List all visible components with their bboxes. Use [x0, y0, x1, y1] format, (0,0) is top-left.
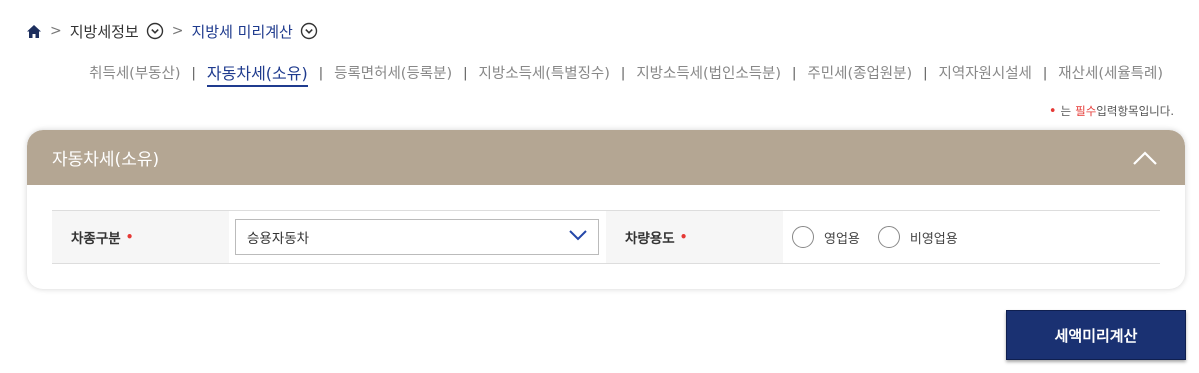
- tab-registration-license-tax[interactable]: 등록면허세(등록분): [334, 62, 452, 86]
- radio-circle-icon[interactable]: [877, 226, 900, 248]
- breadcrumb-label: 지방세 미리계산: [191, 22, 293, 41]
- chevron-right-icon: >: [50, 23, 62, 39]
- radio-label: 비영업용: [909, 231, 958, 247]
- vehicle-use-label-cell: 차량용도 •: [606, 211, 783, 263]
- panel-title: 자동차세(소유): [52, 150, 160, 170]
- tab-divider: |: [463, 66, 468, 81]
- tab-divider: |: [318, 66, 324, 81]
- chevron-up-icon[interactable]: [1131, 146, 1159, 170]
- tab-divider: |: [1042, 66, 1048, 81]
- tab-local-income-tax-corporate[interactable]: 지방소득세(법인소득분): [636, 62, 781, 86]
- chevron-right-icon: >: [171, 23, 184, 39]
- radio-commercial[interactable]: 영업용: [792, 226, 860, 248]
- required-mark: •: [679, 230, 688, 244]
- calculate-tax-button[interactable]: 세액미리계산: [1006, 310, 1186, 360]
- breadcrumb-label: 지방세정보: [69, 22, 139, 41]
- radio-circle-icon[interactable]: [792, 226, 814, 248]
- tab-property-tax-special[interactable]: 재산세(세율특례): [1058, 62, 1163, 86]
- vehicle-type-field-cell: 승용자동차: [229, 211, 606, 263]
- tab-divider: |: [191, 66, 196, 81]
- vehicle-type-label-cell: 차종구분 •: [52, 211, 229, 263]
- panel-header: 자동차세(소유): [27, 130, 1185, 185]
- breadcrumb-item-local-tax-info[interactable]: 지방세정보: [70, 21, 164, 42]
- chevron-down-icon: [568, 229, 588, 245]
- chevron-down-circle-icon[interactable]: [146, 22, 164, 40]
- radio-non-commercial[interactable]: 비영업용: [877, 226, 958, 248]
- required-note-prefix: 는: [1060, 104, 1072, 118]
- required-word: 필수: [1075, 104, 1097, 118]
- tab-resident-tax[interactable]: 주민세(종업원분): [807, 62, 912, 86]
- home-icon[interactable]: [26, 23, 42, 39]
- tab-divider: |: [620, 66, 626, 81]
- vehicle-type-select[interactable]: 승용자동차: [235, 219, 599, 255]
- breadcrumb-item-tax-calculator[interactable]: 지방세 미리계산: [191, 21, 318, 42]
- tax-type-tabs: 취득세(부동산) | 자동차세(소유) | 등록면허세(등록분) | 지방소득세…: [89, 60, 1163, 87]
- tab-vehicle-tax[interactable]: 자동차세(소유): [206, 60, 308, 87]
- vehicle-use-field-cell: 영업용 비영업용: [783, 211, 967, 263]
- tab-divider: |: [923, 66, 928, 81]
- tab-acquisition-tax[interactable]: 취득세(부동산): [89, 62, 180, 86]
- chevron-down-circle-icon[interactable]: [300, 22, 318, 40]
- vehicle-form-row: 차종구분 • 승용자동차 차량용도 • 영업용 비영업용: [52, 210, 1160, 264]
- required-fields-note: • 는 필수입력항목입니다.: [1049, 103, 1174, 119]
- breadcrumb: > 지방세정보 > 지방세 미리계산: [26, 20, 318, 42]
- tab-divider: |: [792, 66, 797, 81]
- required-note-suffix: 입력항목입니다.: [1096, 104, 1174, 118]
- vehicle-type-label: 차종구분: [71, 231, 121, 247]
- tab-local-income-tax-withholding[interactable]: 지방소득세(특별징수): [479, 62, 610, 86]
- vehicle-type-selected-value: 승용자동차: [247, 231, 310, 247]
- vehicle-tax-panel: 자동차세(소유) 차종구분 • 승용자동차 차량용도 • 영업용 비영업용: [27, 130, 1185, 289]
- required-mark: •: [125, 230, 134, 244]
- radio-label: 영업용: [824, 231, 860, 247]
- vehicle-use-label: 차량용도: [625, 231, 675, 247]
- tab-regional-resource-tax[interactable]: 지역자원시설세: [939, 62, 1032, 86]
- required-mark: •: [1048, 103, 1057, 119]
